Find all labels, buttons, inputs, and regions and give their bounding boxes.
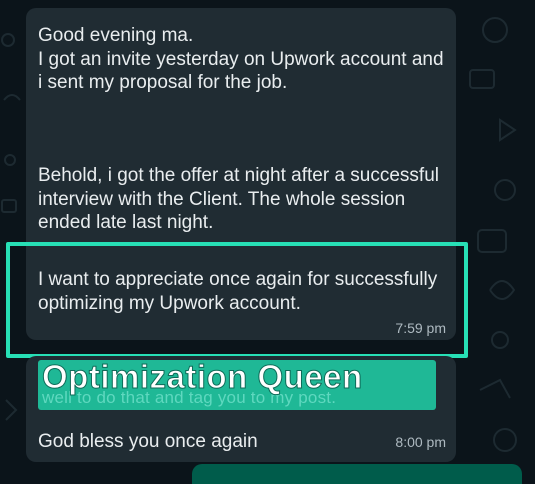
message-text-paragraph-2: Behold, i got the offer at night after a… xyxy=(38,165,440,233)
watermark-title: Optimization Queen xyxy=(42,360,363,396)
watermark-banner: well to do that and tag you to my post. … xyxy=(38,360,436,410)
message-bubble-outgoing[interactable] xyxy=(192,464,522,484)
message-text-line-3: God bless you once again xyxy=(38,431,258,452)
highlight-frame xyxy=(6,242,468,358)
message-timestamp: 8:00 pm xyxy=(395,434,446,450)
message-text-paragraph-1: Good evening ma. I got an invite yesterd… xyxy=(38,25,444,93)
